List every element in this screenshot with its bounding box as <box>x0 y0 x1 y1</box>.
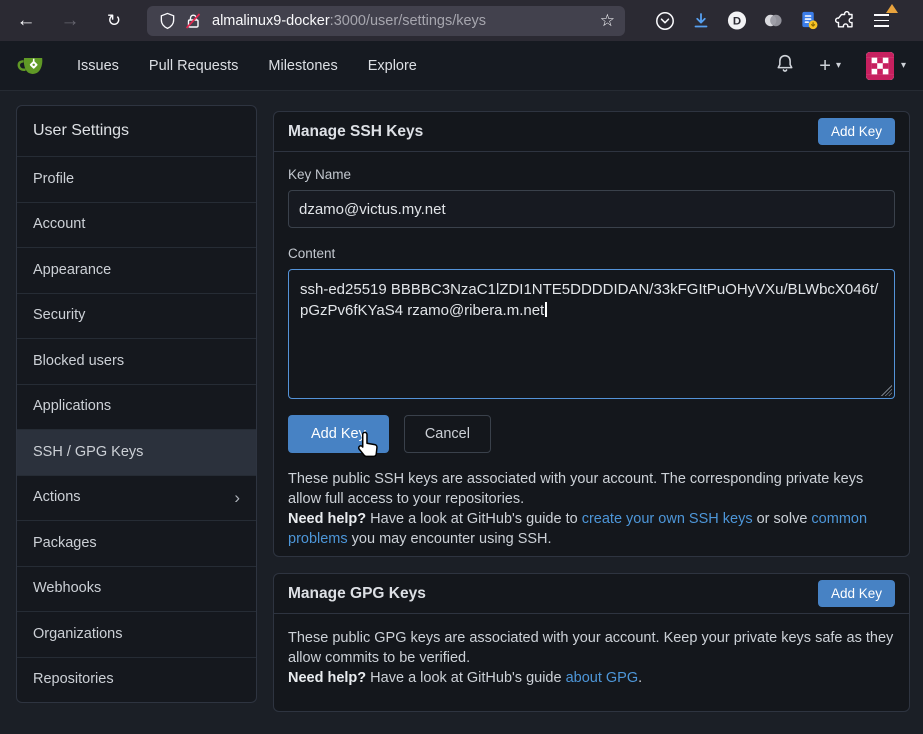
url-text[interactable]: almalinux9-docker:3000/user/settings/key… <box>212 12 486 30</box>
create-ssh-keys-link[interactable]: create your own SSH keys <box>582 511 753 527</box>
key-name-label: Key Name <box>288 167 895 182</box>
manage-gpg-keys-panel: Manage GPG Keys Add Key These public GPG… <box>273 573 910 712</box>
plus-icon: + <box>819 56 831 76</box>
gpg-panel-title: Manage GPG Keys <box>288 585 426 603</box>
manage-ssh-keys-panel: Manage SSH Keys Add Key Key Name Content… <box>273 111 910 557</box>
url-host: almalinux9-docker <box>212 13 330 29</box>
ssh-panel-title: Manage SSH Keys <box>288 123 423 141</box>
gpg-help-text: These public GPG keys are associated wit… <box>288 628 895 688</box>
sidebar-item-applications[interactable]: Applications <box>17 384 256 430</box>
update-badge <box>886 4 898 13</box>
user-menu-dropdown[interactable]: ▾ <box>866 52 906 80</box>
ssh-add-key-header-button[interactable]: Add Key <box>818 118 895 145</box>
sidebar-item-repositories[interactable]: Repositories <box>17 657 256 703</box>
create-new-dropdown[interactable]: + ▾ <box>819 56 841 76</box>
chevron-down-icon: ▾ <box>901 60 906 71</box>
sidebar-item-appearance[interactable]: Appearance <box>17 247 256 293</box>
extension-circles-icon[interactable] <box>763 11 783 31</box>
chevron-down-icon: ▾ <box>836 60 841 71</box>
url-path: :3000/user/settings/keys <box>330 13 486 29</box>
browser-reload-icon[interactable]: ↻ <box>99 6 129 36</box>
settings-sidebar: User Settings Profile Account Appearance… <box>16 105 257 703</box>
gpg-add-key-header-button[interactable]: Add Key <box>818 580 895 607</box>
sidebar-item-blocked-users[interactable]: Blocked users <box>17 338 256 384</box>
sidebar-item-webhooks[interactable]: Webhooks <box>17 566 256 612</box>
nav-item-explore[interactable]: Explore <box>368 58 417 74</box>
extension-document-icon[interactable] <box>799 11 819 31</box>
nav-item-pull-requests[interactable]: Pull Requests <box>149 58 238 74</box>
nav-item-issues[interactable]: Issues <box>77 58 119 74</box>
svg-text:D: D <box>733 16 741 28</box>
about-gpg-link[interactable]: about GPG <box>566 670 639 686</box>
notifications-bell-icon[interactable] <box>776 54 794 78</box>
chevron-right-icon: › <box>234 489 240 506</box>
sidebar-item-packages[interactable]: Packages <box>17 520 256 566</box>
content-textarea[interactable]: ssh-ed25519 BBBBC3NzaC1lZDI1NTE5DDDDIDAN… <box>288 269 895 399</box>
url-bar[interactable]: almalinux9-docker:3000/user/settings/key… <box>147 6 625 36</box>
sidebar-item-organizations[interactable]: Organizations <box>17 611 256 657</box>
pocket-icon[interactable] <box>655 11 675 31</box>
content-text: ssh-ed25519 BBBBC3NzaC1lZDI1NTE5DDDDIDAN… <box>300 281 878 319</box>
bookmark-star-icon[interactable]: ☆ <box>600 11 615 31</box>
sidebar-item-security[interactable]: Security <box>17 293 256 339</box>
menu-hamburger-icon[interactable] <box>871 11 891 31</box>
sidebar-item-ssh-gpg-keys[interactable]: SSH / GPG Keys <box>17 429 256 475</box>
sidebar-item-account[interactable]: Account <box>17 202 256 248</box>
resize-grip-icon[interactable] <box>881 385 892 396</box>
downloads-icon[interactable] <box>691 11 711 31</box>
extension-d-icon[interactable]: D <box>727 11 747 31</box>
browser-back-icon[interactable]: ← <box>11 6 41 36</box>
gitea-navbar: Issues Pull Requests Milestones Explore … <box>0 41 923 91</box>
add-key-submit-button[interactable]: Add Key <box>288 415 389 453</box>
browser-forward-icon[interactable]: → <box>55 6 85 36</box>
sidebar-item-profile[interactable]: Profile <box>17 156 256 202</box>
gitea-logo-icon[interactable] <box>17 51 47 81</box>
content-label: Content <box>288 246 895 261</box>
sidebar-item-actions[interactable]: Actions › <box>17 475 256 521</box>
browser-toolbar: ← → ↻ almalinux9-docker:3000/user/settin… <box>0 0 923 41</box>
nav-item-milestones[interactable]: Milestones <box>268 58 337 74</box>
extensions-puzzle-icon[interactable] <box>835 11 855 31</box>
sidebar-title: User Settings <box>17 106 256 156</box>
avatar <box>866 52 894 80</box>
text-caret <box>545 302 547 317</box>
insecure-lock-icon[interactable] <box>183 11 203 31</box>
cancel-button[interactable]: Cancel <box>404 415 491 453</box>
ssh-help-text: These public SSH keys are associated wit… <box>288 469 895 549</box>
key-name-input[interactable] <box>288 190 895 228</box>
tracking-shield-icon[interactable] <box>157 11 177 31</box>
